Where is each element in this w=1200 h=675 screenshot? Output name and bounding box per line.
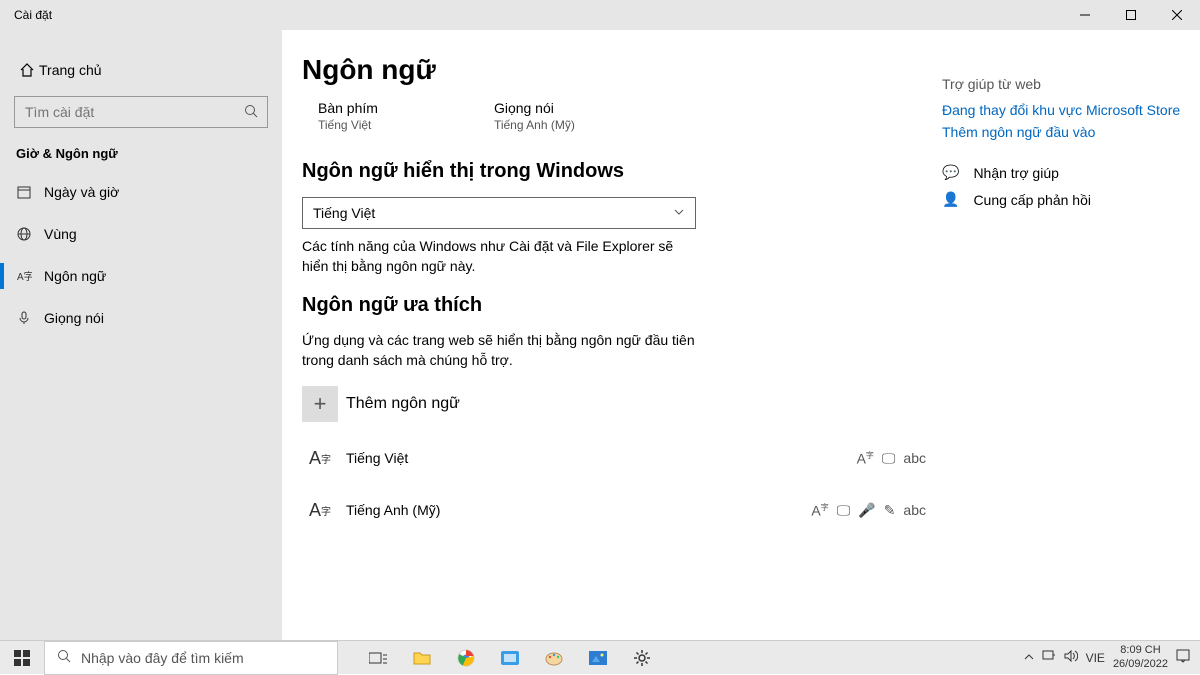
voice-label: Giọng nói bbox=[494, 100, 575, 116]
ime-indicator[interactable]: VIE bbox=[1086, 651, 1105, 665]
keyboard-label: Bàn phím bbox=[318, 100, 378, 116]
language-glyph-icon: A字 bbox=[302, 448, 338, 469]
taskbar: Nhập vào đây để tìm kiếm VIE 8:09 CH 26/… bbox=[0, 640, 1200, 674]
keyboard-value: Tiếng Việt bbox=[318, 118, 378, 132]
tray-chevron-up-icon[interactable] bbox=[1024, 651, 1034, 665]
file-explorer-icon[interactable] bbox=[400, 641, 444, 675]
sidebar-item-speech[interactable]: Giọng nói bbox=[0, 297, 282, 339]
main-content: Ngôn ngữ Bàn phím Tiếng Việt Giọng nói T… bbox=[302, 54, 942, 640]
minimize-button[interactable] bbox=[1062, 0, 1108, 30]
chat-icon: 💬 bbox=[942, 164, 959, 181]
maximize-button[interactable] bbox=[1108, 0, 1154, 30]
sidebar: Trang chủ Giờ & Ngôn ngữ Ngày và giờ Vùn… bbox=[0, 30, 282, 640]
language-features: A字 🖵 abc bbox=[857, 450, 926, 467]
language-item-vi[interactable]: A字 Tiếng Việt A字 🖵 abc bbox=[302, 432, 942, 484]
task-view-button[interactable] bbox=[356, 641, 400, 675]
chevron-down-icon bbox=[673, 205, 685, 221]
give-feedback-link[interactable]: 👤 Cung cấp phản hồi bbox=[942, 191, 1182, 208]
paint-icon[interactable] bbox=[532, 641, 576, 675]
search-icon bbox=[57, 649, 71, 666]
feedback-label: Cung cấp phản hồi bbox=[973, 192, 1091, 208]
add-language-button[interactable]: + Thêm ngôn ngữ bbox=[302, 386, 942, 422]
help-header: Trợ giúp từ web bbox=[942, 76, 1182, 92]
feedback-icon: 👤 bbox=[942, 191, 959, 208]
preferred-languages-heading: Ngôn ngữ ưa thích bbox=[302, 294, 942, 317]
chrome-icon[interactable] bbox=[444, 641, 488, 675]
spellcheck-icon: abc bbox=[903, 450, 926, 467]
nav-label: Giọng nói bbox=[44, 310, 104, 326]
search-input[interactable] bbox=[14, 96, 268, 128]
tts-icon: 🖵 bbox=[882, 450, 896, 467]
app-icon[interactable] bbox=[488, 641, 532, 675]
language-features: A字 🖵 🎤 ✎ abc bbox=[811, 502, 926, 519]
get-help-link[interactable]: 💬 Nhận trợ giúp bbox=[942, 164, 1182, 181]
clock-time: 8:09 CH bbox=[1113, 644, 1168, 657]
tts-icon: 🖵 bbox=[837, 502, 851, 519]
sidebar-item-language[interactable]: A字 Ngôn ngữ bbox=[0, 255, 282, 297]
system-tray: VIE 8:09 CH 26/09/2022 bbox=[1024, 644, 1200, 670]
search-icon bbox=[244, 104, 258, 123]
help-link-add-input-lang[interactable]: Thêm ngôn ngữ đầu vào bbox=[942, 124, 1182, 140]
spellcheck-icon: abc bbox=[903, 502, 926, 519]
mic-icon bbox=[16, 310, 40, 326]
clock-date: 26/09/2022 bbox=[1113, 658, 1168, 671]
home-nav[interactable]: Trang chủ bbox=[0, 52, 282, 88]
page-title: Ngôn ngữ bbox=[302, 54, 942, 86]
nav-label: Ngày và giờ bbox=[44, 184, 119, 200]
nav-label: Ngôn ngữ bbox=[44, 268, 106, 284]
section-title: Giờ & Ngôn ngữ bbox=[0, 146, 282, 171]
display-lang-icon: A字 bbox=[857, 450, 874, 467]
language-name: Tiếng Anh (Mỹ) bbox=[346, 502, 811, 518]
help-link-store-region[interactable]: Đang thay đổi khu vực Microsoft Store bbox=[942, 102, 1182, 118]
sidebar-item-region[interactable]: Vùng bbox=[0, 213, 282, 255]
add-language-label: Thêm ngôn ngữ bbox=[346, 395, 460, 413]
display-lang-icon: A字 bbox=[811, 502, 828, 519]
start-button[interactable] bbox=[0, 641, 44, 675]
nav-label: Vùng bbox=[44, 226, 77, 242]
window-title: Cài đặt bbox=[0, 8, 52, 22]
volume-icon[interactable] bbox=[1064, 650, 1078, 665]
handwriting-icon: ✎ bbox=[884, 502, 896, 519]
network-icon[interactable] bbox=[1042, 650, 1056, 665]
display-language-heading: Ngôn ngữ hiển thị trong Windows bbox=[302, 160, 942, 183]
language-icon: A字 bbox=[16, 268, 40, 284]
speech-icon: 🎤 bbox=[858, 502, 875, 519]
help-panel: Trợ giúp từ web Đang thay đổi khu vực Mi… bbox=[942, 54, 1182, 640]
home-label: Trang chủ bbox=[39, 62, 102, 78]
display-language-dropdown[interactable]: Tiếng Việt bbox=[302, 197, 696, 229]
plus-icon: + bbox=[302, 386, 338, 422]
notifications-icon[interactable] bbox=[1176, 649, 1190, 666]
close-button[interactable] bbox=[1154, 0, 1200, 30]
globe-icon bbox=[16, 226, 40, 242]
sidebar-item-date-time[interactable]: Ngày và giờ bbox=[0, 171, 282, 213]
svg-text:A字: A字 bbox=[17, 270, 32, 283]
search-wrap bbox=[14, 96, 268, 128]
voice-value: Tiếng Anh (Mỹ) bbox=[494, 118, 575, 132]
calendar-icon bbox=[16, 184, 40, 200]
home-icon bbox=[15, 62, 39, 78]
taskbar-search[interactable]: Nhập vào đây để tìm kiếm bbox=[44, 641, 338, 675]
dropdown-value: Tiếng Việt bbox=[313, 205, 375, 221]
title-bar: Cài đặt bbox=[0, 0, 1200, 30]
display-language-desc: Các tính năng của Windows như Cài đặt và… bbox=[302, 237, 702, 276]
photos-icon[interactable] bbox=[576, 641, 620, 675]
clock[interactable]: 8:09 CH 26/09/2022 bbox=[1113, 644, 1168, 670]
language-glyph-icon: A字 bbox=[302, 500, 338, 521]
language-item-en[interactable]: A字 Tiếng Anh (Mỹ) A字 🖵 🎤 ✎ abc bbox=[302, 484, 942, 536]
settings-icon[interactable] bbox=[620, 641, 664, 675]
language-name: Tiếng Việt bbox=[346, 450, 857, 466]
get-help-label: Nhận trợ giúp bbox=[973, 165, 1058, 181]
preferred-languages-desc: Ứng dụng và các trang web sẽ hiển thị bằ… bbox=[302, 331, 702, 370]
taskbar-search-placeholder: Nhập vào đây để tìm kiếm bbox=[81, 650, 244, 666]
